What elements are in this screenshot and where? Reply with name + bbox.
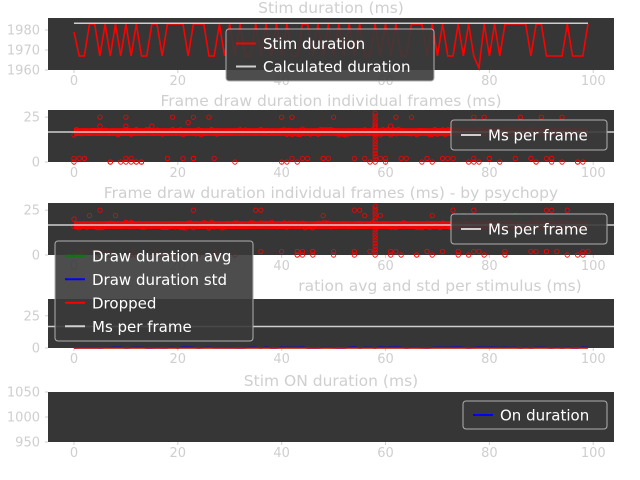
x-tick-label: 20 [170,166,187,181]
x-tick-label: 80 [481,352,498,367]
y-tick-label: 0 [32,156,40,171]
chart-title: Stim duration (ms) [258,0,404,17]
x-tick-label: 80 [481,166,498,181]
legend: On duration [462,400,608,430]
x-tick-label: 0 [70,446,78,461]
chart-title: ration avg and std per stimulus (ms) [298,277,581,295]
x-tick-label: 80 [481,74,498,89]
subplot-2: 0 20 40 60 80 100 0 25 Frame draw duration indiv… [23,92,614,181]
y-tick-label: 1960 [7,64,40,79]
x-tick-label: 100 [581,352,606,367]
y-tick-label: 25 [23,111,40,126]
legend-label: Draw duration avg [92,247,231,265]
x-tick-label: 60 [377,352,394,367]
x-tick-label: 40 [273,446,290,461]
legend-label: Ms per frame [488,221,588,239]
chart-title: Frame draw duration individual frames (m… [160,92,501,110]
legend-label: Dropped [92,294,156,312]
y-tick-label: 1000 [7,411,40,426]
x-tick-label: 100 [581,446,606,461]
x-tick-label: 60 [377,446,394,461]
x-tick-label: 80 [481,446,498,461]
legend-label: Ms per frame [488,127,588,145]
x-tick-label: 60 [377,259,394,274]
legend: Ms per frame [450,213,608,245]
y-tick-label: 1980 [7,24,40,39]
y-tick-label: 0 [32,249,40,264]
y-tick-label: 1050 [7,386,40,401]
chart-title: Frame draw duration individual frames (m… [104,184,558,202]
x-tick-label: 60 [377,166,394,181]
x-tick-label: 20 [170,74,187,89]
legend-label: Stim duration [263,35,365,53]
y-tick-label: 25 [23,309,40,324]
y-tick-label: 950 [15,436,40,451]
x-tick-label: 20 [170,446,187,461]
legend-label: Calculated duration [263,58,410,76]
y-tick-label: 1970 [7,44,40,59]
subplot-4: 0 20 40 60 80 100 0 25 ration avg and std per st… [23,240,614,367]
x-tick-label: 40 [273,259,290,274]
x-tick-label: 40 [273,166,290,181]
legend-label: On duration [500,407,589,425]
x-tick-label: 0 [70,352,78,367]
x-tick-label: 100 [581,259,606,274]
figure: 0 20 40 60 80 100 1960 1970 1980 Stim duration (m… [7,0,614,461]
y-tick-label: 25 [23,204,40,219]
legend: Stim duration Calculated duration [225,28,435,82]
x-tick-label: 0 [70,166,78,181]
x-tick-label: 40 [273,352,290,367]
subplots: 0 20 40 60 80 100 1960 1970 1980 Stim duration (m… [7,0,614,461]
x-tick-label: 80 [481,259,498,274]
subplot-1: 020406080100196019701980Stim duration (m… [7,0,614,89]
legend-label: Ms per frame [92,318,192,336]
legend-label: Draw duration std [92,271,227,289]
chart-title: Stim ON duration (ms) [244,372,418,390]
legend: Draw duration avg Draw duration std Droppe… [54,240,254,342]
x-tick-label: 100 [581,74,606,89]
legend: Ms per frame [450,119,608,151]
x-tick-label: 100 [581,166,606,181]
y-tick-label: 0 [32,342,40,357]
x-tick-label: 20 [170,352,187,367]
x-tick-label: 0 [70,74,78,89]
subplot-5: 0 20 40 60 80 100 950 1000 1050 Stim ON duration … [7,372,614,461]
